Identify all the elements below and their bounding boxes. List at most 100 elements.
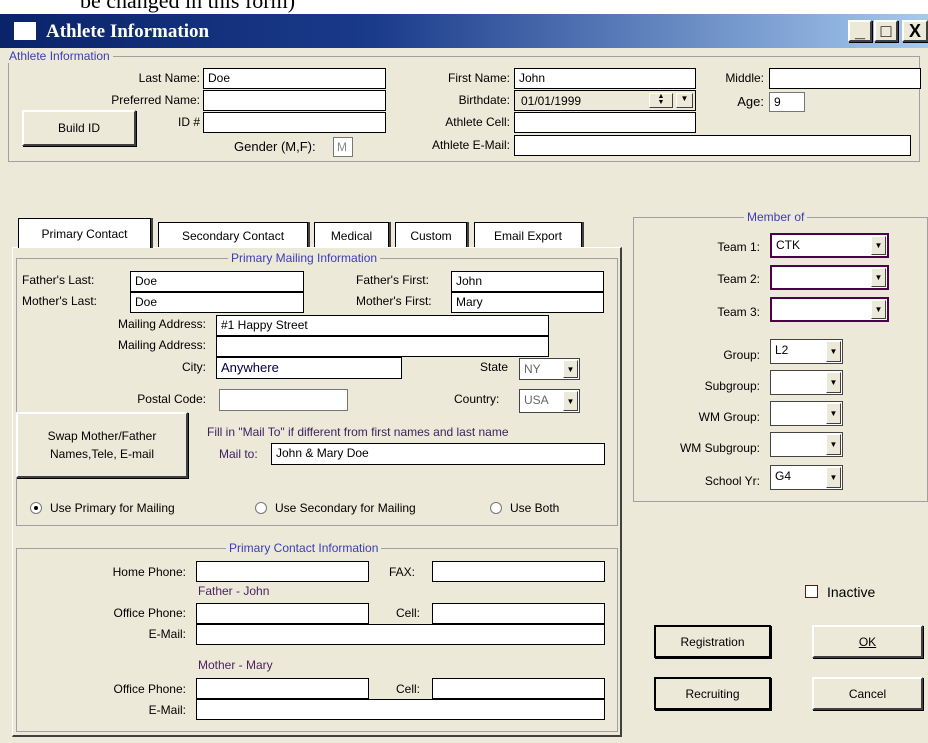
mother-heading: Mother - Mary [198, 658, 273, 672]
home-phone-label: Home Phone: [112, 565, 186, 579]
mother-cell-label: Cell: [396, 682, 421, 696]
mothers-last-field[interactable]: Doe [130, 292, 304, 313]
tab-secondary-contact-label: Secondary Contact [181, 228, 285, 243]
wm-subgroup-dropdown[interactable]: ▼ [770, 432, 843, 457]
maximize-button[interactable]: □ [874, 20, 898, 42]
use-primary-radio[interactable] [30, 502, 42, 514]
athlete-cell-field[interactable] [514, 112, 696, 133]
team3-dropdown[interactable]: ▼ [770, 297, 889, 322]
mothers-first-label: Mother's First: [356, 294, 432, 308]
mother-email-field[interactable] [196, 699, 605, 720]
team2-chevron-down-icon: ▼ [871, 268, 886, 287]
registration-button-label: Registration [680, 634, 745, 649]
father-cell-label: Cell: [396, 606, 421, 620]
postal-code-label: Postal Code: [137, 392, 206, 406]
wm-group-dropdown[interactable]: ▼ [770, 401, 843, 426]
father-office-phone-field[interactable] [196, 603, 369, 624]
mail-to-field[interactable]: John & Mary Doe [271, 443, 605, 465]
fathers-first-label: Father's First: [356, 273, 429, 287]
mother-office-phone-field[interactable] [196, 678, 369, 699]
father-office-phone-label: Office Phone: [113, 606, 187, 620]
mailing-address-2-field[interactable] [216, 336, 549, 357]
country-label: Country: [454, 392, 500, 406]
tab-secondary-contact[interactable]: Secondary Contact [158, 222, 308, 248]
school-yr-dropdown[interactable]: G4 ▼ [770, 465, 843, 490]
first-name-label: First Name: [447, 71, 510, 85]
title-bar[interactable]: Athlete Information _ □ X [0, 14, 928, 48]
wm-subgroup-chevron-down-icon: ▼ [826, 434, 841, 455]
ok-button-label: OK [858, 634, 877, 649]
athlete-email-field[interactable] [514, 135, 911, 156]
build-id-button[interactable]: Build ID [22, 110, 136, 146]
minimize-button[interactable]: _ [848, 20, 872, 42]
mailing-address-1-field[interactable]: #1 Happy Street [216, 315, 549, 336]
team2-dropdown[interactable]: ▼ [770, 265, 889, 290]
id-label: ID # [177, 115, 200, 129]
group-value: L2 [775, 343, 789, 357]
close-icon: X [908, 20, 921, 41]
primary-mailing-title: Primary Mailing Information [228, 251, 381, 265]
state-value: NY [524, 362, 541, 376]
city-field[interactable]: Anywhere [216, 357, 402, 379]
cancel-button-label: Cancel [848, 686, 887, 701]
first-name-field[interactable]: John [514, 68, 696, 89]
school-yr-value: G4 [775, 469, 792, 483]
state-dropdown[interactable]: NY ▼ [519, 358, 580, 380]
close-button[interactable]: X [902, 20, 928, 42]
gender-label: Gender (M,F): [234, 139, 316, 154]
group-chevron-down-icon: ▼ [826, 341, 841, 362]
subgroup-dropdown[interactable]: ▼ [770, 370, 843, 395]
preferred-name-field[interactable] [203, 90, 386, 111]
last-name-field[interactable]: Doe [203, 68, 386, 89]
gender-field[interactable]: M [333, 137, 353, 157]
swap-button-label: Swap Mother/Father Names,Tele, E-mail [47, 429, 157, 461]
birthdate-spinner[interactable]: ▲ ▼ [649, 93, 673, 108]
inactive-checkbox[interactable] [805, 585, 818, 598]
team2-label: Team 2: [717, 272, 760, 286]
country-value: USA [524, 393, 549, 407]
tab-primary-contact[interactable]: Primary Contact [18, 218, 151, 248]
window-app-icon [14, 22, 36, 40]
postal-code-field[interactable] [219, 389, 348, 411]
group-label: Group: [723, 348, 760, 362]
tab-custom-label: Custom [410, 228, 452, 243]
team1-dropdown[interactable]: CTK ▼ [770, 233, 889, 258]
mailing-address-1-label: Mailing Address: [117, 317, 206, 331]
tab-medical[interactable]: Medical [314, 222, 389, 248]
country-dropdown[interactable]: USA ▼ [519, 389, 580, 413]
mail-to-label: Mail to: [219, 447, 258, 461]
tab-custom[interactable]: Custom [395, 222, 467, 248]
birthdate-dropdown-icon[interactable]: ▼ [676, 93, 693, 108]
team3-label: Team 3: [717, 305, 760, 319]
athlete-cell-label: Athlete Cell: [445, 115, 510, 129]
cancel-button[interactable]: Cancel [812, 677, 923, 710]
birthdate-field[interactable]: 01/01/1999 ▲ ▼ ▼ [514, 90, 696, 111]
registration-button[interactable]: Registration [654, 625, 771, 658]
fathers-first-field[interactable]: John [451, 271, 604, 292]
tab-primary-contact-label: Primary Contact [41, 226, 128, 241]
wm-group-chevron-down-icon: ▼ [826, 403, 841, 424]
swap-mother-father-button[interactable]: Swap Mother/Father Names,Tele, E-mail [16, 412, 188, 478]
home-phone-field[interactable] [196, 561, 369, 582]
birthdate-value: 01/01/1999 [521, 94, 582, 108]
use-secondary-radio[interactable] [255, 502, 267, 514]
use-both-radio[interactable] [490, 502, 502, 514]
father-cell-field[interactable] [432, 603, 605, 624]
build-id-button-label: Build ID [57, 121, 101, 135]
fathers-last-field[interactable]: Doe [130, 271, 304, 292]
mothers-first-field[interactable]: Mary [451, 292, 604, 313]
father-email-field[interactable] [196, 624, 605, 645]
group-dropdown[interactable]: L2 ▼ [770, 339, 843, 364]
age-field[interactable]: 9 [769, 92, 805, 112]
mother-cell-field[interactable] [432, 678, 605, 699]
middle-field[interactable] [769, 68, 921, 89]
recruiting-button[interactable]: Recruiting [654, 677, 771, 710]
last-name-label: Last Name: [138, 71, 200, 85]
state-label: State [480, 360, 509, 374]
mother-office-phone-label: Office Phone: [113, 682, 187, 696]
tab-email-export[interactable]: Email Export [474, 222, 582, 248]
ok-button[interactable]: OK [812, 625, 923, 658]
fax-field[interactable] [432, 561, 605, 582]
id-field[interactable] [203, 112, 386, 133]
team1-chevron-down-icon: ▼ [871, 236, 886, 255]
